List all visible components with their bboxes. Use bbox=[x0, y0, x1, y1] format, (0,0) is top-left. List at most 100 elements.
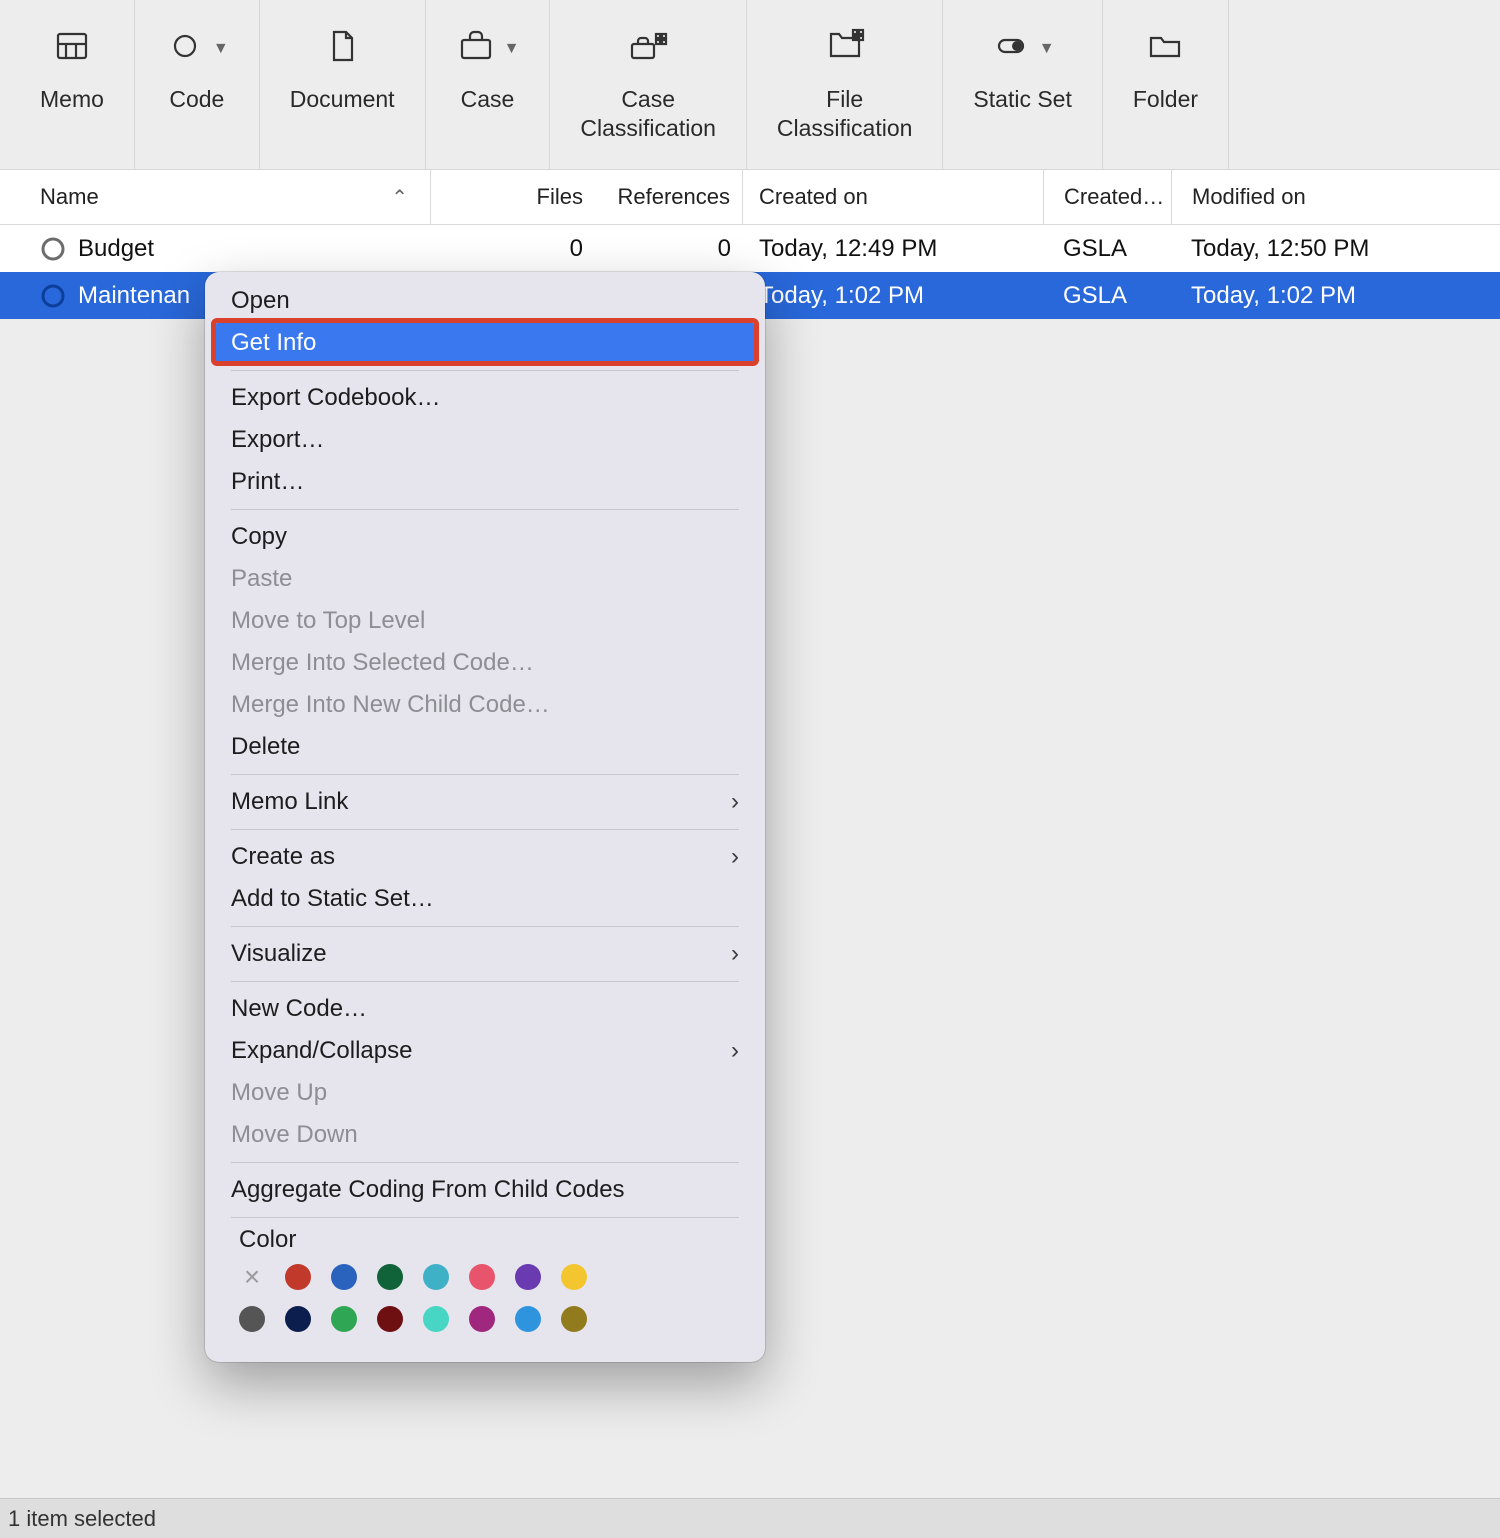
row-files: 0 bbox=[505, 225, 595, 272]
color-swatch[interactable] bbox=[331, 1306, 357, 1332]
menu-item-create-as[interactable]: Create as › bbox=[213, 836, 757, 878]
row-name: Budget bbox=[78, 235, 154, 263]
column-references[interactable]: References bbox=[595, 170, 743, 224]
column-modified-on[interactable]: Modified on bbox=[1171, 170, 1471, 224]
color-swatch[interactable] bbox=[423, 1306, 449, 1332]
color-swatch[interactable] bbox=[515, 1306, 541, 1332]
row-created-on: Today, 1:02 PM bbox=[743, 272, 1043, 319]
chevron-down-icon: ▼ bbox=[504, 40, 520, 58]
color-swatch[interactable] bbox=[423, 1264, 449, 1290]
menu-item-copy[interactable]: Copy bbox=[213, 516, 757, 558]
menu-item-label: Move Up bbox=[231, 1079, 327, 1107]
file-class-icon bbox=[825, 26, 865, 71]
menu-item-new-code[interactable]: New Code… bbox=[213, 988, 757, 1030]
menu-separator bbox=[231, 509, 739, 510]
menu-item-label: Export… bbox=[231, 426, 324, 454]
color-swatch[interactable] bbox=[331, 1264, 357, 1290]
status-text: 1 item selected bbox=[8, 1506, 156, 1532]
menu-item-label: Print… bbox=[231, 468, 304, 496]
chevron-right-icon: › bbox=[731, 843, 739, 871]
color-swatch[interactable] bbox=[469, 1264, 495, 1290]
menu-item-label: Merge Into New Child Code… bbox=[231, 691, 550, 719]
color-none[interactable]: × bbox=[239, 1266, 265, 1288]
color-picker: Color × bbox=[213, 1224, 757, 1332]
toolbar-file-class[interactable]: File Classification bbox=[747, 0, 944, 169]
menu-separator bbox=[231, 981, 739, 982]
row-created-by: GSLA bbox=[1043, 225, 1171, 272]
color-swatch[interactable] bbox=[285, 1306, 311, 1332]
case-class-icon bbox=[628, 26, 668, 71]
static-set-icon bbox=[991, 26, 1031, 71]
menu-item-label: Add to Static Set… bbox=[231, 885, 434, 913]
chevron-right-icon: › bbox=[731, 1037, 739, 1065]
column-spacer bbox=[430, 170, 505, 224]
color-swatch[interactable] bbox=[377, 1264, 403, 1290]
menu-item-label: Get Info bbox=[231, 329, 316, 357]
color-swatch[interactable] bbox=[285, 1264, 311, 1290]
column-files[interactable]: Files bbox=[505, 184, 595, 210]
chevron-down-icon: ▼ bbox=[213, 40, 229, 58]
menu-item-get-info[interactable]: Get Info bbox=[213, 322, 757, 364]
code-icon bbox=[165, 26, 205, 71]
toolbar-case[interactable]: ▼Case bbox=[426, 0, 551, 169]
menu-item-memo-link[interactable]: Memo Link › bbox=[213, 781, 757, 823]
context-menu: Open Get Info Export Codebook… Export… Print… bbox=[205, 272, 765, 1362]
menu-item-export[interactable]: Export… bbox=[213, 419, 757, 461]
toolbar-case-class[interactable]: Case Classification bbox=[550, 0, 747, 169]
menu-item-visualize[interactable]: Visualize› bbox=[213, 933, 757, 975]
color-swatch[interactable] bbox=[515, 1264, 541, 1290]
table-row[interactable]: Budget00Today, 12:49 PMGSLAToday, 12:50 … bbox=[0, 225, 1500, 272]
color-swatch[interactable] bbox=[239, 1306, 265, 1332]
menu-item-open[interactable]: Open bbox=[213, 280, 757, 322]
case-icon bbox=[456, 26, 496, 71]
color-label: Color bbox=[239, 1226, 739, 1254]
toolbar-label: Case Classification bbox=[580, 85, 716, 143]
toolbar-code[interactable]: ▼Code bbox=[135, 0, 260, 169]
menu-item-label: Create as bbox=[231, 843, 335, 871]
toolbar-label: File Classification bbox=[777, 85, 913, 143]
color-swatch[interactable] bbox=[561, 1306, 587, 1332]
menu-item-label: Delete bbox=[231, 733, 300, 761]
menu-item-paste: Paste bbox=[213, 558, 757, 600]
toolbar-label: Document bbox=[290, 85, 395, 143]
code-node-icon bbox=[40, 236, 66, 262]
table-header: Name ⌃ Files References Created on Creat… bbox=[0, 170, 1500, 225]
sort-ascending-icon: ⌃ bbox=[391, 185, 408, 210]
toolbar-document[interactable]: Document bbox=[260, 0, 426, 169]
toolbar-memo[interactable]: Memo bbox=[10, 0, 135, 169]
row-references: 0 bbox=[595, 225, 743, 272]
chevron-down-icon: ▼ bbox=[1039, 40, 1055, 58]
memo-icon bbox=[52, 26, 92, 71]
column-created-by[interactable]: Created… bbox=[1043, 170, 1171, 224]
menu-separator bbox=[231, 774, 739, 775]
column-created-on[interactable]: Created on bbox=[743, 184, 1043, 210]
color-swatch[interactable] bbox=[469, 1306, 495, 1332]
toolbar-folder[interactable]: Folder bbox=[1103, 0, 1229, 169]
menu-separator bbox=[231, 1217, 739, 1218]
document-icon bbox=[322, 26, 362, 71]
menu-item-expand-collapse[interactable]: Expand/Collapse› bbox=[213, 1030, 757, 1072]
menu-item-export-codebook[interactable]: Export Codebook… bbox=[213, 377, 757, 419]
column-name[interactable]: Name ⌃ bbox=[0, 184, 430, 210]
menu-item-delete[interactable]: Delete bbox=[213, 726, 757, 768]
color-swatch[interactable] bbox=[377, 1306, 403, 1332]
menu-item-add-to-static-set[interactable]: Add to Static Set… bbox=[213, 878, 757, 920]
toolbar-label: Folder bbox=[1133, 85, 1198, 143]
row-created-by: GSLA bbox=[1043, 272, 1171, 319]
status-bar: 1 item selected bbox=[0, 1498, 1500, 1538]
folder-icon bbox=[1145, 26, 1185, 71]
color-swatch[interactable] bbox=[561, 1264, 587, 1290]
menu-item-label: Merge Into Selected Code… bbox=[231, 649, 534, 677]
row-modified-on: Today, 1:02 PM bbox=[1171, 272, 1471, 319]
toolbar-static-set[interactable]: ▼Static Set bbox=[943, 0, 1102, 169]
menu-item-label: Memo Link bbox=[231, 788, 348, 816]
menu-item-move-up: Move Up bbox=[213, 1072, 757, 1114]
menu-item-label: Open bbox=[231, 287, 290, 315]
toolbar: Memo ▼Code Document ▼Case Case Classificatio… bbox=[0, 0, 1500, 170]
menu-item-label: Move Down bbox=[231, 1121, 358, 1149]
menu-item-label: Copy bbox=[231, 523, 287, 551]
toolbar-label: Memo bbox=[40, 85, 104, 143]
menu-item-print[interactable]: Print… bbox=[213, 461, 757, 503]
menu-item-aggregate-coding-from-child-codes[interactable]: Aggregate Coding From Child Codes bbox=[213, 1169, 757, 1211]
chevron-right-icon: › bbox=[731, 788, 739, 816]
